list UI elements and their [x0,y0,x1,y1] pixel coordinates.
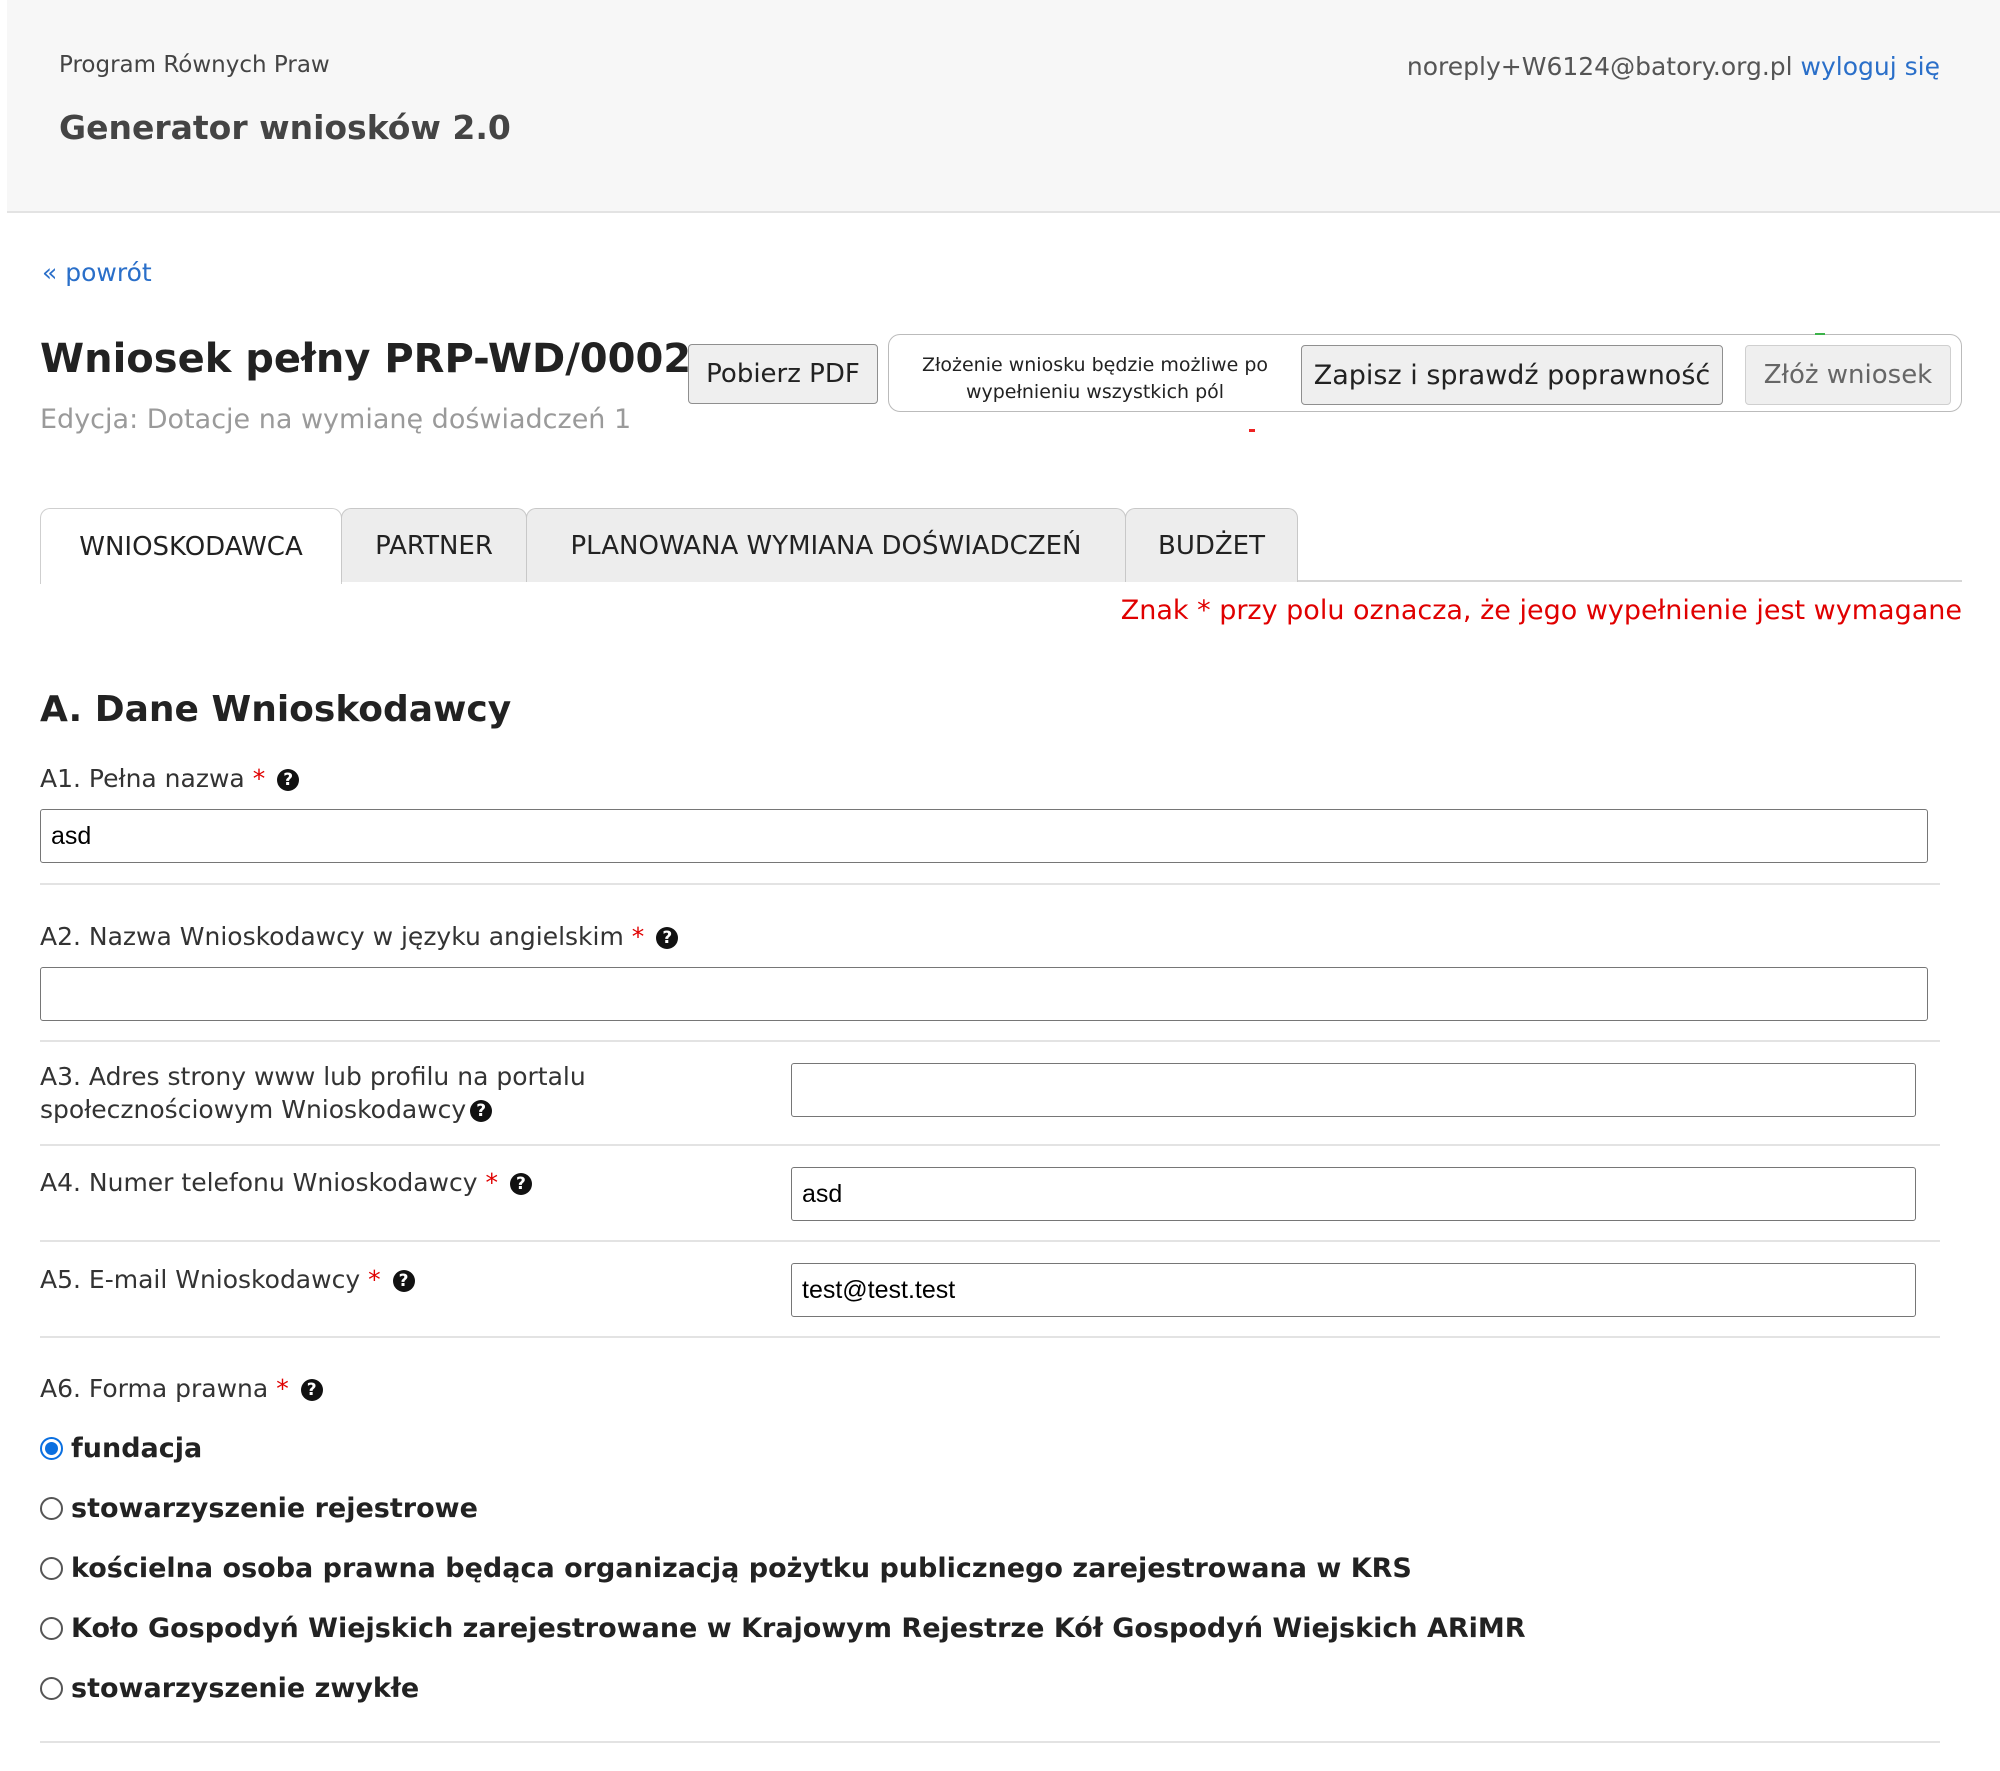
save-and-validate-button[interactable]: Zapisz i sprawdź poprawność [1301,345,1723,405]
email-input[interactable] [791,1263,1916,1317]
legal-form-option-koscielna-osoba[interactable]: kościelna osoba prawna będąca organizacj… [40,1553,1412,1584]
field-label-english-name: A2. Nazwa Wnioskodawcy w języku angielsk… [40,920,679,954]
required-marker: * [252,764,266,793]
user-info: noreply+W6124@batory.org.pl wyloguj się [1407,52,1940,81]
logout-link[interactable]: wyloguj się [1801,52,1940,81]
divider [40,1040,1940,1042]
website-input[interactable] [791,1063,1916,1117]
user-email: noreply+W6124@batory.org.pl [1406,52,1793,81]
error-mark [1249,429,1255,432]
legal-form-option-stowarzyszenie-zwykle[interactable]: stowarzyszenie zwykłe [40,1673,419,1704]
field-label-phone: A4. Numer telefonu Wnioskodawcy * ? [40,1166,532,1200]
app-title: Generator wniosków 2.0 [59,108,511,147]
required-marker: * [276,1374,289,1403]
tab-budzet[interactable]: BUDŻET [1125,508,1298,582]
tab-partner[interactable]: PARTNER [341,508,527,582]
edition-subtitle: Edycja: Dotacje na wymianę doświadczeń 1 [40,404,632,435]
tab-wnioskodawca[interactable]: WNIOSKODAWCA [40,508,342,584]
field-label-legal-form: A6. Forma prawna * ? [40,1372,323,1406]
field-label-full-name: A1. Pełna nazwa * ? [40,762,300,796]
field-label-email: A5. E-mail Wnioskodawcy * ? [40,1263,415,1297]
radio-icon[interactable] [40,1677,63,1700]
required-marker: * [485,1168,499,1197]
full-name-input[interactable] [40,809,1928,863]
page-title: Wniosek pełny PRP-WD/0002 [40,336,692,382]
help-icon[interactable]: ? [656,927,679,949]
help-icon[interactable]: ? [392,1270,415,1292]
radio-selected-icon[interactable] [40,1437,63,1460]
required-marker: * [631,922,645,951]
phone-input[interactable] [791,1167,1916,1221]
radio-icon[interactable] [40,1557,63,1580]
section-title: A. Dane Wnioskodawcy [40,689,512,730]
radio-icon[interactable] [40,1497,63,1520]
legal-form-option-kgw[interactable]: Koło Gospodyń Wiejskich zarejestrowane w… [40,1613,1526,1644]
submit-application-button[interactable]: Złóż wniosek [1745,345,1951,405]
program-name: Program Równych Praw [59,52,330,78]
help-icon[interactable]: ? [470,1100,493,1122]
legal-form-option-stowarzyszenie-rejestrowe[interactable]: stowarzyszenie rejestrowe [40,1493,478,1524]
english-name-input[interactable] [40,967,1928,1021]
divider [40,1144,1940,1146]
top-bar: Program Równych Praw Generator wniosków … [7,0,2000,213]
required-fields-note: Znak * przy polu oznacza, że jego wypełn… [1120,595,1962,626]
divider [40,1336,1940,1338]
required-marker: * [368,1265,381,1294]
divider [40,1741,1940,1743]
radio-icon[interactable] [40,1617,63,1640]
divider [40,883,1940,885]
submit-info-note: Złożenie wniosku będzie możliwe po wypeł… [921,354,1269,403]
back-link[interactable]: « powrót [42,258,152,287]
help-icon[interactable]: ? [300,1379,323,1401]
legal-form-option-fundacja[interactable]: fundacja [40,1433,202,1464]
help-icon[interactable]: ? [277,769,300,791]
status-mark [1815,333,1825,335]
tab-planowana-wymiana[interactable]: PLANOWANA WYMIANA DOŚWIADCZEŃ [526,508,1126,582]
help-icon[interactable]: ? [509,1173,532,1195]
divider [40,1240,1940,1242]
field-label-website: A3. Adres strony www lub profilu na port… [40,1062,586,1124]
download-pdf-button[interactable]: Pobierz PDF [688,344,878,404]
